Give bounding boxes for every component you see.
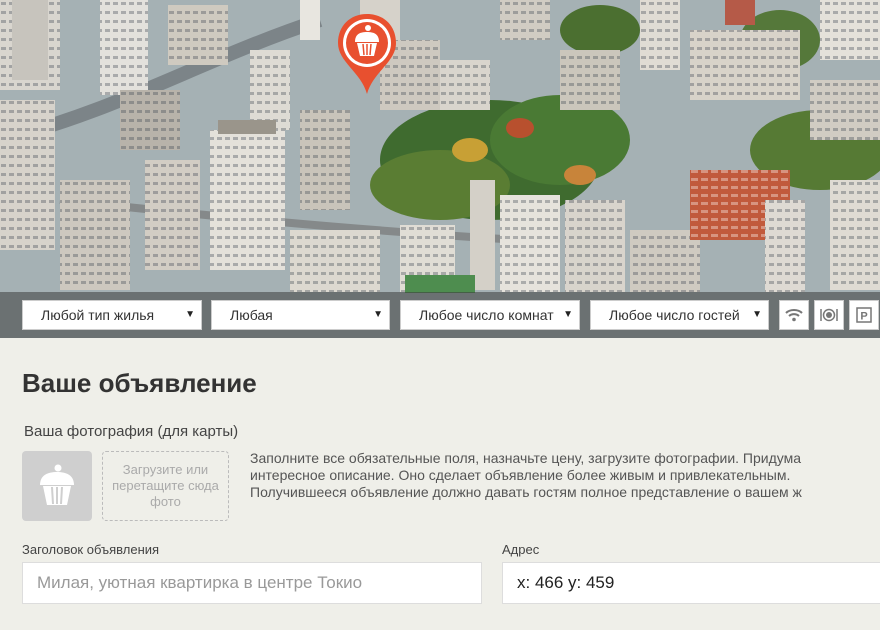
address-value: x: 466 y: 459 (517, 573, 615, 592)
title-input[interactable]: Милая, уютная квартирка в центре Токио (22, 562, 482, 604)
title-input-placeholder: Милая, уютная квартирка в центре Токио (37, 573, 363, 592)
city-photo (0, 0, 880, 338)
parking-icon: P (856, 307, 872, 323)
chevron-down-icon: ▼ (185, 309, 195, 320)
price-select[interactable]: Любая ▼ (211, 300, 390, 330)
photo-dropzone[interactable]: Загрузите или перетащите сюда фото (102, 451, 229, 521)
guests-value: Любое число гостей (609, 307, 740, 323)
parking-filter-button[interactable]: P (849, 300, 879, 330)
svg-text:P: P (860, 311, 867, 323)
location-pin-icon[interactable] (336, 12, 398, 96)
address-field-label: Адрес (502, 542, 540, 557)
description-text: Заполните все обязательные поля, назначь… (250, 450, 880, 501)
chevron-down-icon: ▼ (752, 309, 762, 320)
food-filter-button[interactable] (814, 300, 844, 330)
food-icon (820, 308, 838, 322)
avatar-photo-preview (22, 451, 92, 521)
address-input[interactable]: x: 466 y: 459 (502, 562, 880, 604)
map-hero-image[interactable]: Любой тип жилья ▼ Любая ▼ Любое число ко… (0, 0, 880, 338)
photo-label: Ваша фотография (для карты) (24, 423, 239, 440)
housing-type-select[interactable]: Любой тип жилья ▼ (22, 300, 202, 330)
housing-type-value: Любой тип жилья (41, 307, 155, 323)
chevron-down-icon: ▼ (563, 309, 573, 320)
description-line: интересное описание. Оно сделает объявле… (250, 467, 791, 483)
rooms-select[interactable]: Любое число комнат ▼ (400, 300, 580, 330)
rooms-value: Любое число комнат (419, 307, 554, 323)
wifi-filter-button[interactable] (779, 300, 809, 330)
cupcake-icon (40, 464, 74, 505)
title-field-label: Заголовок объявления (22, 542, 160, 557)
dropzone-text: Загрузите или перетащите сюда фото (112, 462, 219, 509)
chevron-down-icon: ▼ (373, 309, 383, 320)
description-line: Заполните все обязательные поля, назначь… (250, 450, 802, 466)
price-value: Любая (230, 307, 273, 323)
description-line: Получившееся объявление должно давать го… (250, 484, 802, 500)
guests-select[interactable]: Любое число гостей ▼ (590, 300, 769, 330)
page-title: Ваше объявление (22, 368, 257, 398)
wifi-icon (785, 309, 803, 322)
filter-bar: Любой тип жилья ▼ Любая ▼ Любое число ко… (0, 292, 880, 338)
